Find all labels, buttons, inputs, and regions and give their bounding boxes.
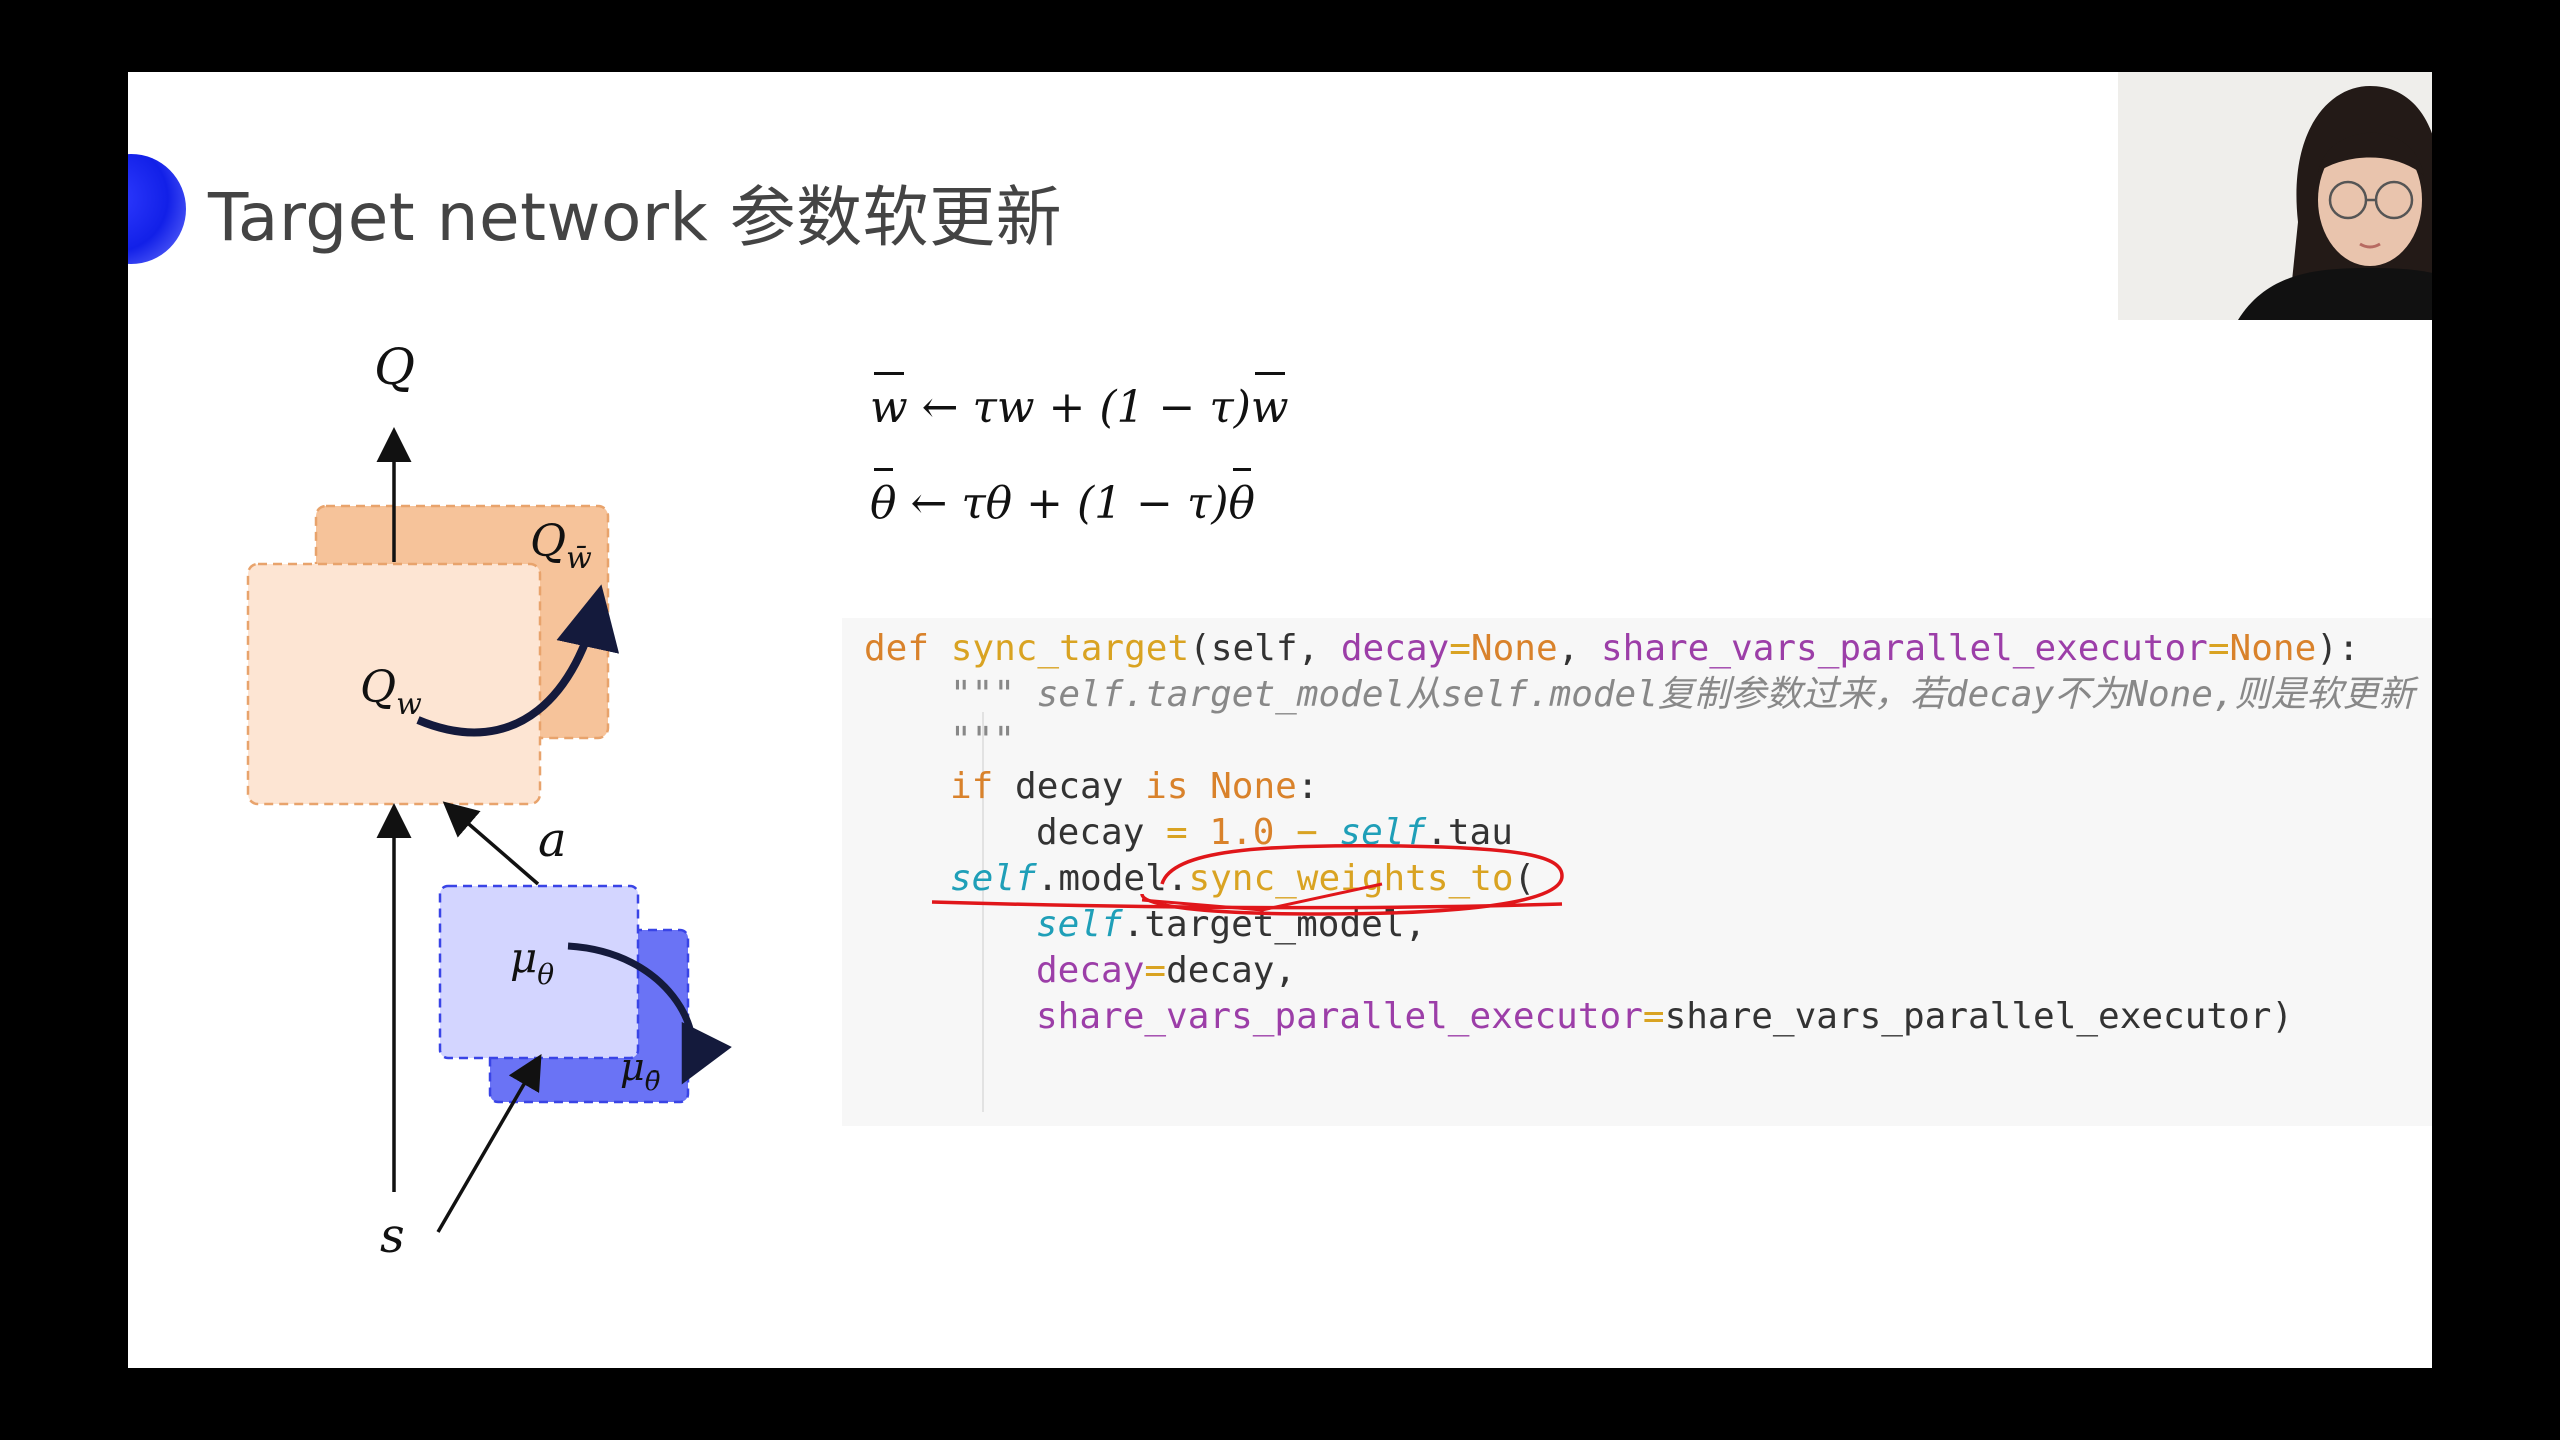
state-to-actor-arrow <box>436 1053 542 1233</box>
presenter-webcam <box>2118 72 2432 320</box>
code-line-if: if decay is None: <box>950 766 1319 807</box>
formula-actor: θ ← τθ + (1 − τ)θ <box>870 456 1289 552</box>
formula-critic: w ← τw + (1 − τ)w <box>870 360 1289 456</box>
webcam-feed <box>2118 72 2432 320</box>
action-label: a <box>538 812 567 868</box>
code-block: def sync_target(self, decay=None, share_… <box>842 618 2432 1126</box>
code-line-docstring: """ self.target_model从self.model复制参数过来，若… <box>950 674 2415 715</box>
code-line-target-model: self.target_model, <box>1036 904 1427 945</box>
slide: Target network 参数软更新 Q Qw̄ Qw a μθ μθ̄ s… <box>128 72 2432 1368</box>
code-line-decay-arg: decay=decay, <box>1036 950 1297 991</box>
action-arrow <box>442 801 540 886</box>
code-line-share-arg: share_vars_parallel_executor=share_vars_… <box>1036 996 2294 1037</box>
update-formulas: w ← τw + (1 − τ)w θ ← τθ + (1 − τ)θ <box>870 360 1289 552</box>
code-line-sync-call: self.model.sync_weights_to( <box>950 858 1536 899</box>
code-line-def: def sync_target(self, decay=None, share_… <box>864 628 2360 669</box>
output-q-label: Q <box>374 338 415 396</box>
state-label: s <box>380 1208 405 1264</box>
code-line-docstring-end: """ <box>950 720 1016 761</box>
code-line-decay-assign: decay = 1.0 − self.tau <box>1036 812 1513 853</box>
